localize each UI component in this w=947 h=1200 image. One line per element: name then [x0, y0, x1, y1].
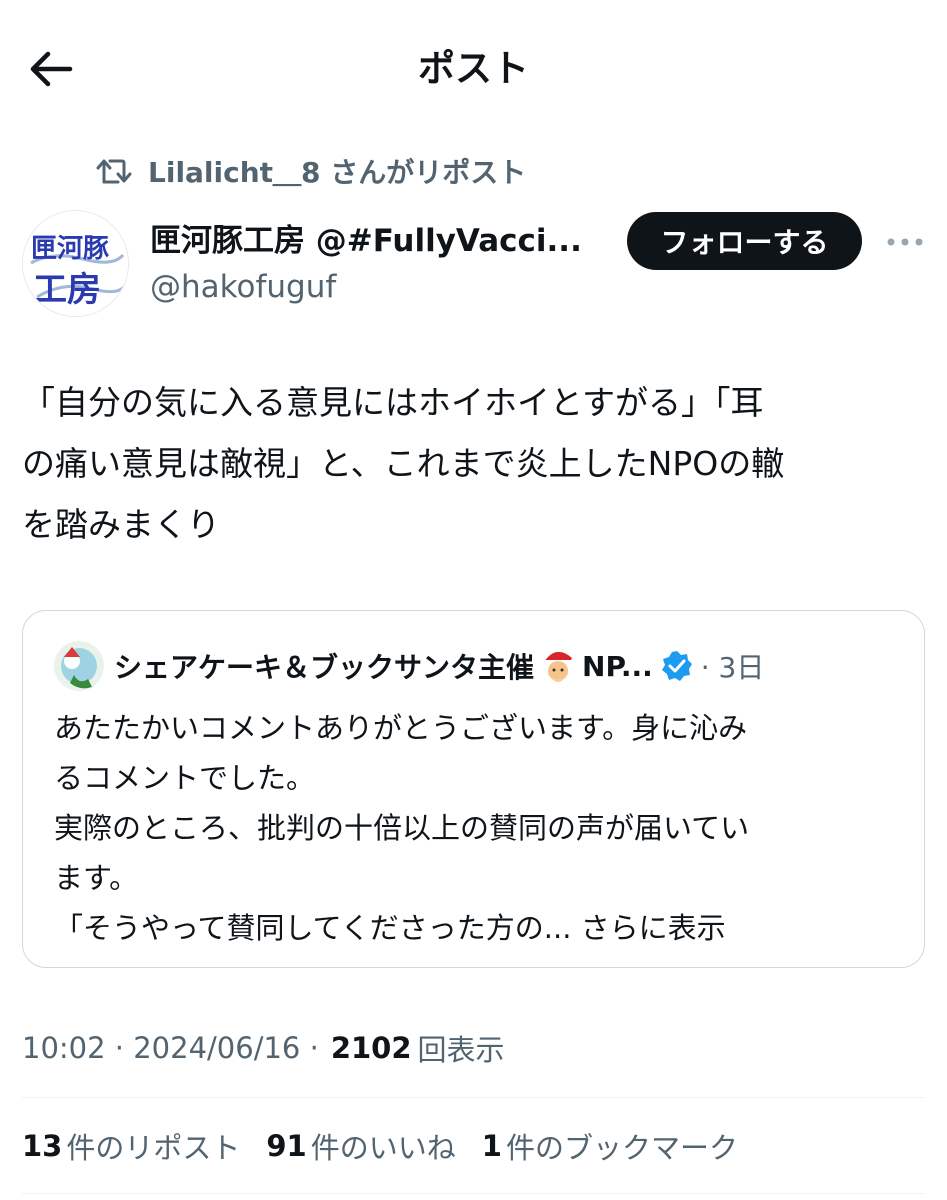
views-label: 回表示: [417, 1033, 505, 1067]
post-text: 「自分の気に入る意見にはホイホイとすがる」「耳 の痛い意見は敵視」と、これまで炎…: [22, 383, 785, 544]
repost-context[interactable]: Lilalicht＿8 さんがリポスト: [96, 150, 526, 192]
verified-badge-icon: [661, 650, 693, 682]
top-bar: ポスト: [0, 0, 947, 140]
reposts-stat[interactable]: 13 件のリポスト: [22, 1125, 240, 1167]
divider: [22, 1193, 925, 1194]
repost-context-label: Lilalicht＿8 さんがリポスト: [148, 156, 527, 189]
bookmarks-count: 1: [481, 1129, 502, 1163]
reposts-label: 件のリポスト: [66, 1131, 241, 1165]
quoted-author-name-tail[interactable]: NP...: [582, 650, 653, 683]
more-icon: [887, 238, 923, 246]
repost-icon: [96, 151, 136, 191]
follow-button[interactable]: フォローする: [627, 212, 862, 270]
quoted-author-name[interactable]: シェアケーキ＆ブックサンタ主催: [114, 646, 534, 686]
divider: [22, 1097, 925, 1098]
post-timestamp[interactable]: 10:02 · 2024/06/16 ·: [22, 1031, 319, 1065]
show-more-link[interactable]: さらに表示: [571, 911, 726, 945]
svg-text:工房: 工房: [33, 270, 101, 310]
author-avatar[interactable]: 匣河豚 工房: [22, 210, 129, 317]
quoted-post-time[interactable]: · 3日: [701, 646, 765, 686]
author-display-name[interactable]: 匣河豚工房 @#FullyVacci...: [150, 219, 600, 263]
views-count: 2102: [330, 1031, 412, 1065]
likes-stat[interactable]: 91 件のいいね: [266, 1125, 455, 1167]
quoted-author-avatar[interactable]: [54, 641, 104, 691]
likes-label: 件のいいね: [310, 1131, 456, 1165]
quoted-post-text: あたたかいコメントありがとうございます。身に沁み るコメントでした。 実際のとこ…: [54, 703, 894, 953]
author-handle[interactable]: @hakofuguf: [150, 265, 336, 309]
likes-count: 91: [266, 1129, 307, 1163]
bookmarks-stat[interactable]: 1 件のブックマーク: [482, 1125, 738, 1167]
page-title: ポスト: [418, 47, 529, 90]
post-meta: 10:02 · 2024/06/16 · 2102 回表示: [22, 1022, 505, 1074]
engagement-stats: 13 件のリポスト 91 件のいいね 1 件のブックマーク: [22, 1120, 764, 1172]
more-options-button[interactable]: [880, 222, 930, 262]
svg-text:匣河豚: 匣河豚: [31, 234, 109, 264]
quoted-post-body: あたたかいコメントありがとうございます。身に沁み るコメントでした。 実際のとこ…: [54, 711, 750, 945]
santa-emoji-icon: [538, 646, 578, 686]
quoted-post[interactable]: シェアケーキ＆ブックサンタ主催 NP... · 3日 あたたかいコメントありがと…: [22, 610, 925, 968]
reposts-count: 13: [22, 1129, 63, 1163]
bookmarks-label: 件のブックマーク: [505, 1131, 738, 1165]
quoted-post-header: シェアケーキ＆ブックサンタ主催 NP... · 3日: [54, 641, 764, 691]
